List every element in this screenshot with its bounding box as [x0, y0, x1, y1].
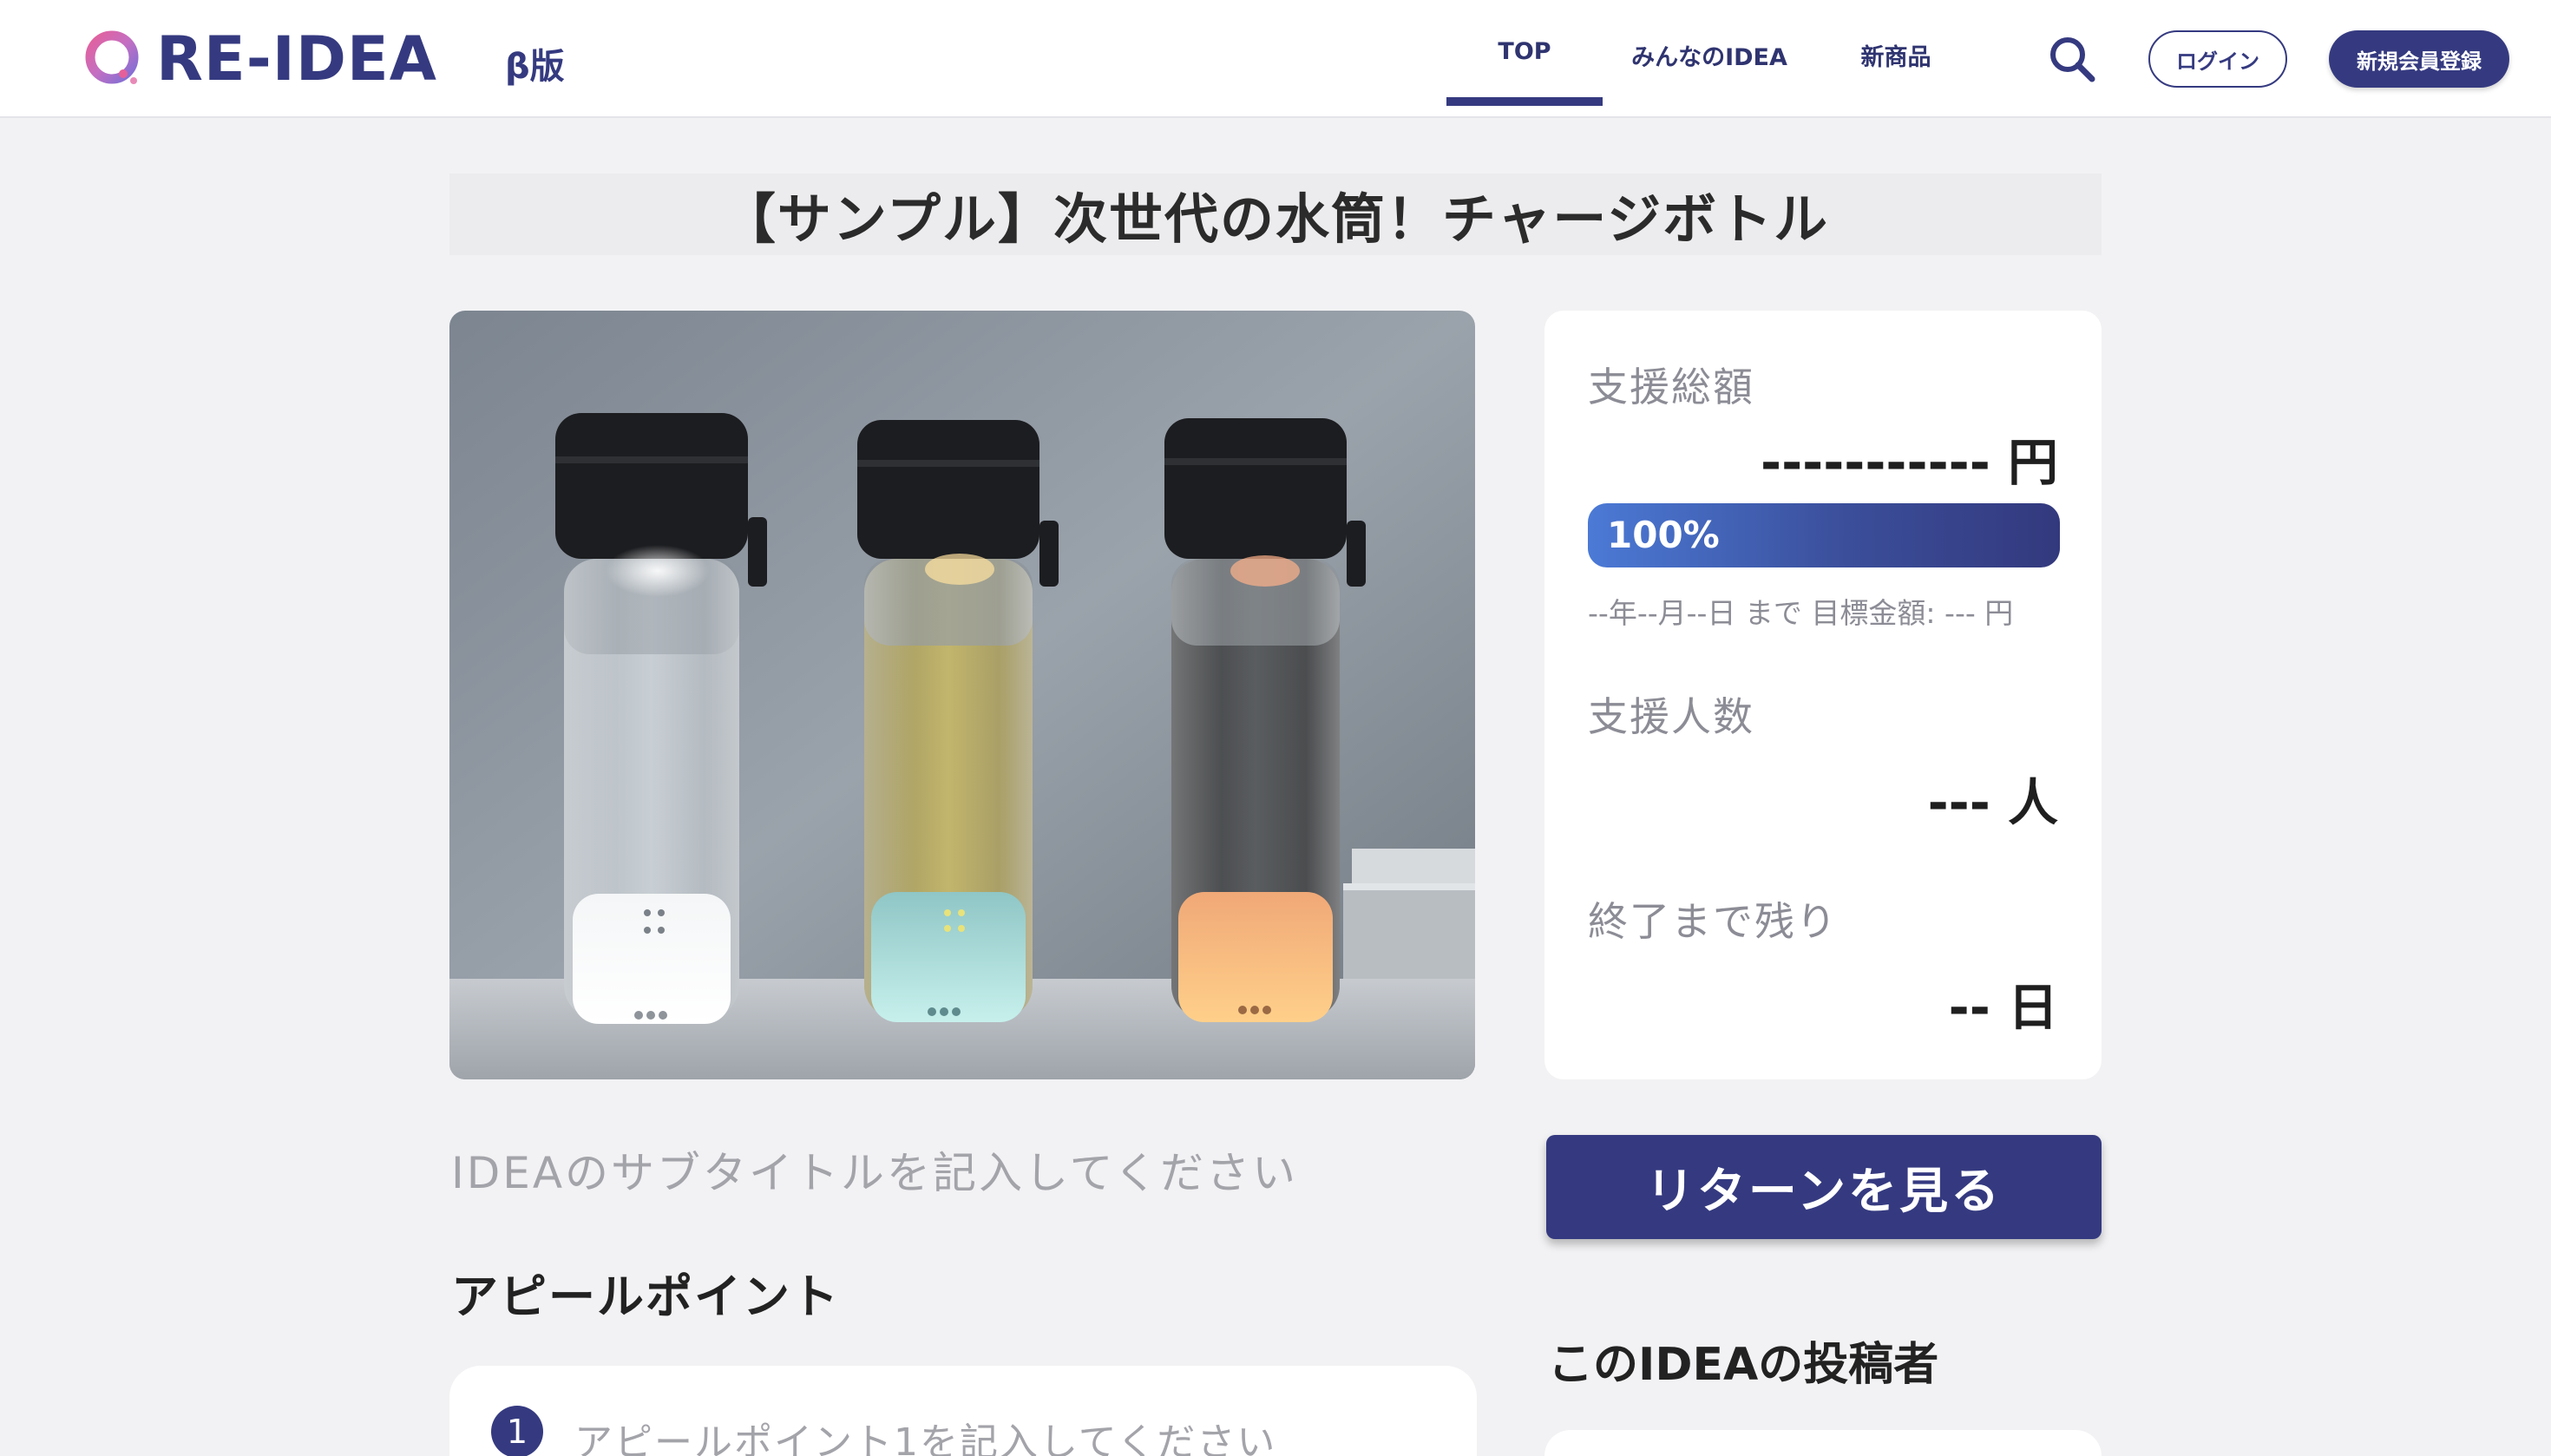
appeal-item: 1 アピールポイント1を記入してください [449, 1366, 1477, 1456]
beta-label: β版 [505, 47, 565, 87]
remaining-label: 終了まで残り [1588, 898, 1838, 945]
search-icon[interactable] [2046, 33, 2098, 85]
site-header: RE-IDEA β版 TOP みんなのIDEA 新商品 ログイン 新規会員登録 [0, 0, 2551, 118]
login-button[interactable]: ログイン [2148, 30, 2287, 88]
total-amount-label: 支援総額 [1588, 364, 1754, 410]
deadline-text: --年--月--日 まで 目標金額: --- 円 [1588, 596, 2014, 630]
remaining-value: -- 日 [1948, 978, 2058, 1037]
project-subtitle: IDEAのサブタイトルを記入してください [451, 1148, 1299, 1198]
project-main-image [449, 311, 1475, 1079]
nav-everyone-idea[interactable]: みんなのIDEA [1614, 38, 1805, 73]
funding-progress-text: 100% [1607, 514, 1720, 556]
project-title: 【サンプル】次世代の水筒！チャージボトル [721, 187, 1830, 251]
appeal-number-badge: 1 [491, 1406, 543, 1456]
nav-top[interactable]: TOP [1446, 38, 1603, 73]
project-title-bar: 【サンプル】次世代の水筒！チャージボトル [449, 174, 2102, 255]
logo-q-icon [85, 30, 139, 84]
poster-card [1544, 1430, 2102, 1456]
supporters-value: --- 人 [1927, 773, 2058, 832]
view-returns-button[interactable]: リターンを見る [1546, 1135, 2102, 1239]
logo-text: RE-IDEA [156, 23, 437, 95]
register-button[interactable]: 新規会員登録 [2329, 30, 2509, 88]
nav-new-products[interactable]: 新商品 [1839, 38, 1952, 73]
site-logo[interactable]: RE-IDEA [83, 23, 437, 95]
funding-stats-card: 支援総額 ----------- 円 100% --年--月--日 まで 目標金… [1544, 311, 2102, 1079]
total-amount-value: ----------- 円 [1761, 433, 2058, 492]
poster-heading: このIDEAの投稿者 [1548, 1339, 1939, 1391]
funding-progress-bar: 100% [1588, 503, 2060, 567]
nav-active-indicator [1446, 97, 1603, 106]
appeal-heading: アピールポイント [451, 1269, 840, 1324]
supporters-label: 支援人数 [1588, 693, 1754, 740]
appeal-item-text: アピールポイント1を記入してください [574, 1420, 1277, 1456]
